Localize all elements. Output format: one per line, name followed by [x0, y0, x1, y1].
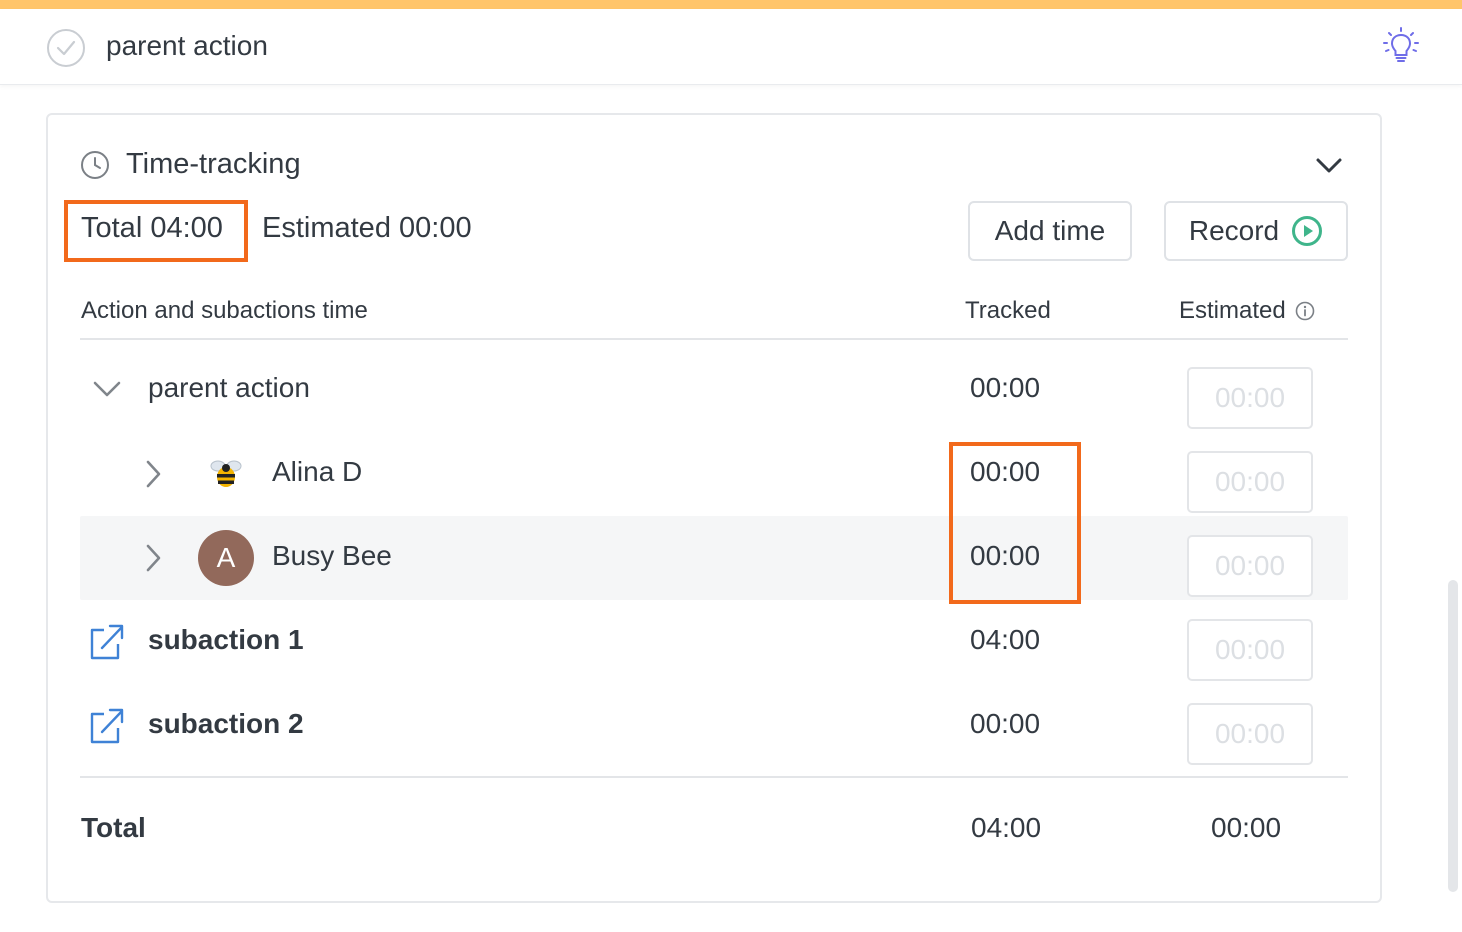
avatar-letter: A [216, 542, 236, 573]
top-accent-bar [0, 0, 1462, 9]
row-name: Busy Bee [272, 540, 392, 571]
lightbulb-icon[interactable] [1380, 25, 1422, 67]
bee-avatar-icon [210, 460, 242, 487]
row-tracked: 04:00 [970, 624, 1041, 655]
column-header-name: Action and subactions time [81, 297, 368, 324]
row-name[interactable]: subaction 2 [148, 708, 304, 740]
play-icon [1292, 216, 1323, 246]
section-title: Time-tracking [126, 148, 301, 180]
footer-total-tracked: 04:00 [971, 812, 1042, 843]
footer-total-estimated: 00:00 [1211, 812, 1282, 843]
avatar: A [198, 530, 254, 586]
row-name[interactable]: subaction 1 [148, 624, 304, 656]
estimate-input[interactable]: 00:00 [1187, 451, 1313, 513]
add-time-label: Add time [994, 215, 1106, 246]
clock-icon [81, 151, 109, 179]
estimate-input[interactable]: 00:00 [1187, 367, 1313, 429]
row-tracked: 00:00 [970, 708, 1041, 739]
column-header-tracked: Tracked [965, 297, 1051, 324]
row-name: Alina D [272, 456, 363, 487]
table-row: parent action 00:00 00:00 [80, 348, 1348, 432]
tracked-highlight-box [949, 442, 1081, 604]
estimate-input[interactable]: 00:00 [1187, 703, 1313, 765]
column-header-estimated-label: Estimated [1179, 297, 1286, 324]
estimate-input[interactable]: 00:00 [1187, 619, 1313, 681]
external-link-icon[interactable] [86, 706, 126, 746]
estimate-input[interactable]: 00:00 [1187, 535, 1313, 597]
action-header: parent action [0, 9, 1462, 85]
chevron-down-icon[interactable] [92, 378, 122, 400]
estimate-placeholder: 00:00 [1214, 550, 1286, 581]
total-summary: Total 04:00 [81, 212, 223, 244]
row-name: parent action [148, 372, 310, 403]
scrollbar[interactable] [1448, 580, 1458, 892]
table-row: Alina D 00:00 00:00 [80, 432, 1348, 516]
footer-divider [80, 776, 1348, 778]
table-row: subaction 2 00:00 00:00 [80, 684, 1348, 768]
table-row: A Busy Bee 00:00 00:00 [80, 516, 1348, 600]
estimate-placeholder: 00:00 [1214, 634, 1286, 665]
check-circle-icon[interactable] [46, 28, 86, 68]
estimated-summary: Estimated 00:00 [262, 212, 472, 244]
action-title[interactable]: parent action [106, 30, 268, 62]
footer-total-label: Total [81, 812, 146, 843]
header-divider [80, 338, 1348, 340]
chevron-right-icon[interactable] [142, 542, 164, 574]
chevron-right-icon[interactable] [142, 458, 164, 490]
estimate-placeholder: 00:00 [1214, 382, 1286, 413]
column-header-estimated: Estimated [1179, 297, 1316, 325]
table-row: subaction 1 04:00 00:00 [80, 600, 1348, 684]
row-tracked: 00:00 [970, 372, 1041, 403]
add-time-button[interactable]: Add time [968, 201, 1132, 261]
record-button[interactable]: Record [1164, 201, 1348, 261]
estimate-placeholder: 00:00 [1214, 466, 1286, 497]
chevron-down-icon[interactable] [1314, 152, 1344, 178]
record-label: Record [1188, 215, 1280, 246]
estimate-placeholder: 00:00 [1214, 718, 1286, 749]
external-link-icon[interactable] [86, 622, 126, 662]
info-icon[interactable] [1294, 300, 1316, 322]
